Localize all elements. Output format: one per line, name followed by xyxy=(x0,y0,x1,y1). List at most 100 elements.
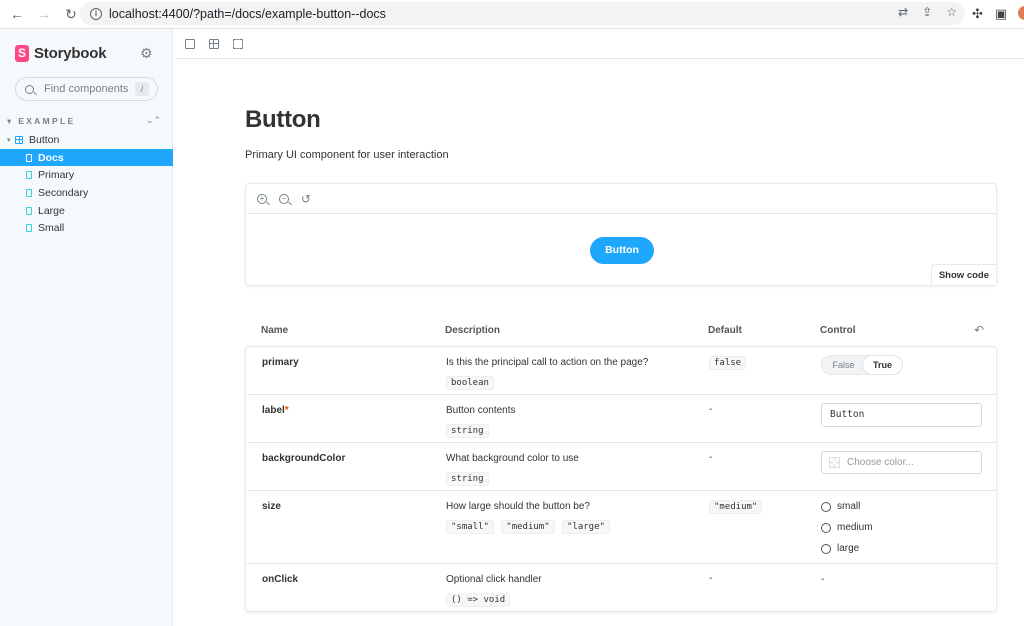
outline-icon[interactable] xyxy=(233,38,243,49)
tree-component-button[interactable]: ▾ Button xyxy=(0,131,173,149)
grid-icon[interactable] xyxy=(209,38,219,49)
header-control: Control xyxy=(820,325,856,336)
arg-type: string xyxy=(446,472,489,486)
arg-default: - xyxy=(709,452,713,463)
arg-name: primary xyxy=(262,357,299,368)
radio-medium[interactable]: medium xyxy=(821,517,873,538)
page-subtitle: Primary UI component for user interactio… xyxy=(245,149,449,161)
arg-description: Is this the principal call to action on … xyxy=(446,357,649,368)
document-icon xyxy=(26,153,32,162)
header-name: Name xyxy=(261,325,289,336)
arg-default: - xyxy=(709,573,713,584)
arg-type-option: "large" xyxy=(561,520,610,534)
group-title-label: EXAMPLE xyxy=(18,116,76,126)
preview-button[interactable]: Button xyxy=(590,237,654,264)
table-row: onClick Optional click handler () => voi… xyxy=(246,564,996,612)
group-title-example[interactable]: ▾ EXAMPLE xyxy=(7,116,75,127)
reset-zoom-icon[interactable]: ↺ xyxy=(301,192,311,206)
color-picker[interactable]: Choose color... xyxy=(821,451,982,474)
forward-icon[interactable]: → xyxy=(37,6,51,22)
story-label: Docs xyxy=(38,151,64,164)
bookmark-icon xyxy=(26,188,32,197)
sidebar: S Storybook ⚙ Find components / ▾ EXAMPL… xyxy=(0,29,173,626)
bookmark-icon xyxy=(26,206,32,215)
tree-item-primary[interactable]: Primary xyxy=(0,166,173,184)
search-icon xyxy=(25,84,34,94)
search-placeholder: Find components xyxy=(44,83,129,95)
story-canvas: + − ↺ Button Show code xyxy=(245,183,997,286)
background-icon[interactable] xyxy=(185,38,195,49)
arg-name: backgroundColor xyxy=(262,453,346,464)
bookmark-star-icon[interactable]: ☆ xyxy=(946,5,957,19)
arg-description: Optional click handler xyxy=(446,574,542,585)
boolean-toggle[interactable]: False True xyxy=(821,355,903,375)
args-table: primary Is this the principal call to ac… xyxy=(245,346,997,612)
radio-circle-icon[interactable] xyxy=(821,522,831,533)
zoom-out-icon[interactable]: − xyxy=(279,193,289,204)
tree-item-secondary[interactable]: Secondary xyxy=(0,184,173,202)
radio-circle-icon[interactable] xyxy=(821,501,831,512)
arg-type: boolean xyxy=(446,376,494,390)
brand-name: Storybook xyxy=(34,45,107,62)
back-icon[interactable]: ← xyxy=(10,6,24,22)
reload-icon[interactable]: ↻ xyxy=(64,6,78,23)
radio-large[interactable]: large xyxy=(821,538,873,559)
tree-item-large[interactable]: Large xyxy=(0,202,173,220)
gear-icon[interactable]: ⚙ xyxy=(140,46,154,60)
site-info-icon[interactable]: i xyxy=(90,7,102,20)
arg-type: string xyxy=(446,424,489,438)
radio-circle-icon[interactable] xyxy=(821,543,831,554)
canvas-toolbar: + − ↺ xyxy=(246,184,996,214)
table-row: label* Button contents string - Button xyxy=(246,395,996,443)
profile-avatar[interactable] xyxy=(1018,6,1024,20)
storybook-brand[interactable]: S Storybook xyxy=(15,45,107,62)
story-label: Primary xyxy=(38,169,75,182)
arg-type-option: "small" xyxy=(446,520,494,534)
arg-default: - xyxy=(709,404,713,415)
address-bar[interactable]: i localhost:4400/?path=/docs/example-but… xyxy=(80,2,965,25)
extensions-icon[interactable]: ✣ xyxy=(972,6,983,22)
show-code-button[interactable]: Show code xyxy=(930,264,996,285)
arg-name-text: label xyxy=(262,405,285,416)
search-shortcut-key: / xyxy=(135,82,149,96)
color-placeholder: Choose color... xyxy=(847,457,914,468)
reset-controls-icon[interactable]: ↶ xyxy=(974,323,984,337)
tree-item-docs[interactable]: Docs xyxy=(0,148,173,167)
arg-default: false xyxy=(709,356,747,370)
arg-description: How large should the button be? xyxy=(446,501,590,512)
browser-toolbar: ← → ↻ i localhost:4400/?path=/docs/examp… xyxy=(0,0,1024,29)
arg-default: "medium" xyxy=(709,500,763,514)
docs-page: Button Primary UI component for user int… xyxy=(174,60,1024,626)
toggle-false-option[interactable]: False xyxy=(824,356,863,374)
radio-small[interactable]: small xyxy=(821,496,873,517)
arg-description: What background color to use xyxy=(446,453,579,464)
zoom-in-icon[interactable]: + xyxy=(257,193,267,204)
caret-down-icon: ▾ xyxy=(7,136,11,144)
table-row: backgroundColor What background color to… xyxy=(246,443,996,491)
collapse-all-icon[interactable]: ⌄⌃ xyxy=(146,115,161,126)
sidepanel-icon[interactable]: ▣ xyxy=(995,6,1007,22)
component-tree: ▾ Button Docs Primary Secondary Large Sm… xyxy=(0,131,173,237)
translate-icon[interactable]: ⇄ xyxy=(898,5,908,19)
arg-name: size xyxy=(262,501,281,512)
toggle-true-option[interactable]: True xyxy=(863,356,902,374)
story-label: Small xyxy=(38,222,65,235)
tree-item-small[interactable]: Small xyxy=(0,219,173,237)
arg-name: label* xyxy=(262,405,289,416)
storybook-logo-icon: S xyxy=(15,45,29,62)
preview-toolbar xyxy=(174,29,1024,59)
color-swatch-icon[interactable] xyxy=(829,457,840,468)
search-input[interactable]: Find components / xyxy=(15,77,158,101)
story-label: Large xyxy=(38,204,65,217)
required-indicator: * xyxy=(284,405,289,416)
component-icon xyxy=(15,135,23,144)
header-default: Default xyxy=(708,325,742,336)
label-text-field[interactable]: Button xyxy=(821,403,982,427)
args-table-header: Name Description Default Control ↶ xyxy=(245,320,997,340)
radio-label: small xyxy=(837,501,861,512)
share-icon[interactable]: ⇪ xyxy=(922,5,932,19)
arg-name: onClick xyxy=(262,574,299,585)
table-row: primary Is this the principal call to ac… xyxy=(246,347,996,395)
component-label: Button xyxy=(29,133,60,146)
arg-type-option: "medium" xyxy=(501,520,555,534)
